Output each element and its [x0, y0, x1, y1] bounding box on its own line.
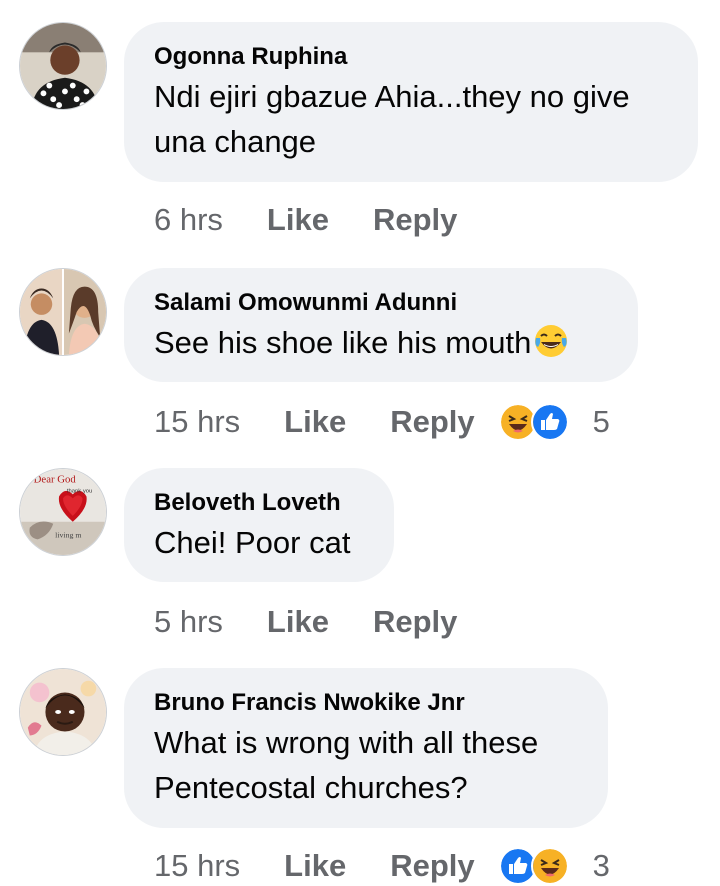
- avatar[interactable]: [19, 268, 107, 356]
- comment-bubble: Ogonna Ruphina Ndi ejiri gbazue Ahia...t…: [124, 22, 698, 182]
- like-button[interactable]: Like: [267, 202, 329, 238]
- comment-actions: 15 hrs Like Reply 3: [154, 846, 610, 886]
- comment-timestamp[interactable]: 15 hrs: [154, 404, 240, 440]
- reply-button[interactable]: Reply: [390, 404, 474, 440]
- comment-author[interactable]: Salami Omowunmi Adunni: [154, 288, 608, 318]
- avatar[interactable]: [19, 22, 107, 110]
- like-button[interactable]: Like: [284, 404, 346, 440]
- laughing-tears-emoji-icon: [535, 325, 568, 357]
- comment-actions: 6 hrs Like Reply: [154, 200, 481, 240]
- comment-actions: 5 hrs Like Reply: [154, 602, 481, 642]
- reaction-count: 5: [592, 404, 610, 439]
- avatar[interactable]: Dear God thank you living m: [19, 468, 107, 556]
- like-reaction-icon: [530, 403, 569, 441]
- avatar-text: thank you: [67, 488, 92, 494]
- reaction-count: 3: [592, 848, 610, 883]
- comment-author[interactable]: Beloveth Loveth: [154, 488, 364, 518]
- comment-timestamp[interactable]: 6 hrs: [154, 202, 223, 238]
- comment-text-content: See his shoe like his mouth: [154, 325, 532, 360]
- comment-text: Ndi ejiri gbazue Ahia...they no give una…: [154, 79, 630, 159]
- reply-button[interactable]: Reply: [373, 202, 457, 238]
- comment-author[interactable]: Ogonna Ruphina: [154, 42, 668, 72]
- reply-button[interactable]: Reply: [390, 848, 474, 884]
- comment-bubble: Bruno Francis Nwokike Jnr What is wrong …: [124, 668, 608, 828]
- comment-text: What is wrong with all these Pentecostal…: [154, 725, 539, 805]
- comment-timestamp[interactable]: 15 hrs: [154, 848, 240, 884]
- comment-text: See his shoe like his mouth: [154, 320, 608, 365]
- avatar-text: Dear God: [34, 474, 77, 486]
- avatar-text: living m: [55, 530, 81, 539]
- reply-button[interactable]: Reply: [373, 604, 457, 640]
- comment-bubble: Beloveth Loveth Chei! Poor cat: [124, 468, 394, 582]
- haha-reaction-icon: [530, 847, 569, 885]
- comment-actions: 15 hrs Like Reply 5: [154, 402, 610, 442]
- comment-timestamp[interactable]: 5 hrs: [154, 604, 223, 640]
- reaction-summary[interactable]: 3: [498, 847, 610, 885]
- comment-bubble: Salami Omowunmi Adunni See his shoe like…: [124, 268, 638, 382]
- like-button[interactable]: Like: [284, 848, 346, 884]
- comment-author[interactable]: Bruno Francis Nwokike Jnr: [154, 688, 578, 718]
- like-button[interactable]: Like: [267, 604, 329, 640]
- reaction-summary[interactable]: 5: [498, 403, 610, 441]
- avatar[interactable]: [19, 668, 107, 756]
- comment-text: Chei! Poor cat: [154, 525, 351, 560]
